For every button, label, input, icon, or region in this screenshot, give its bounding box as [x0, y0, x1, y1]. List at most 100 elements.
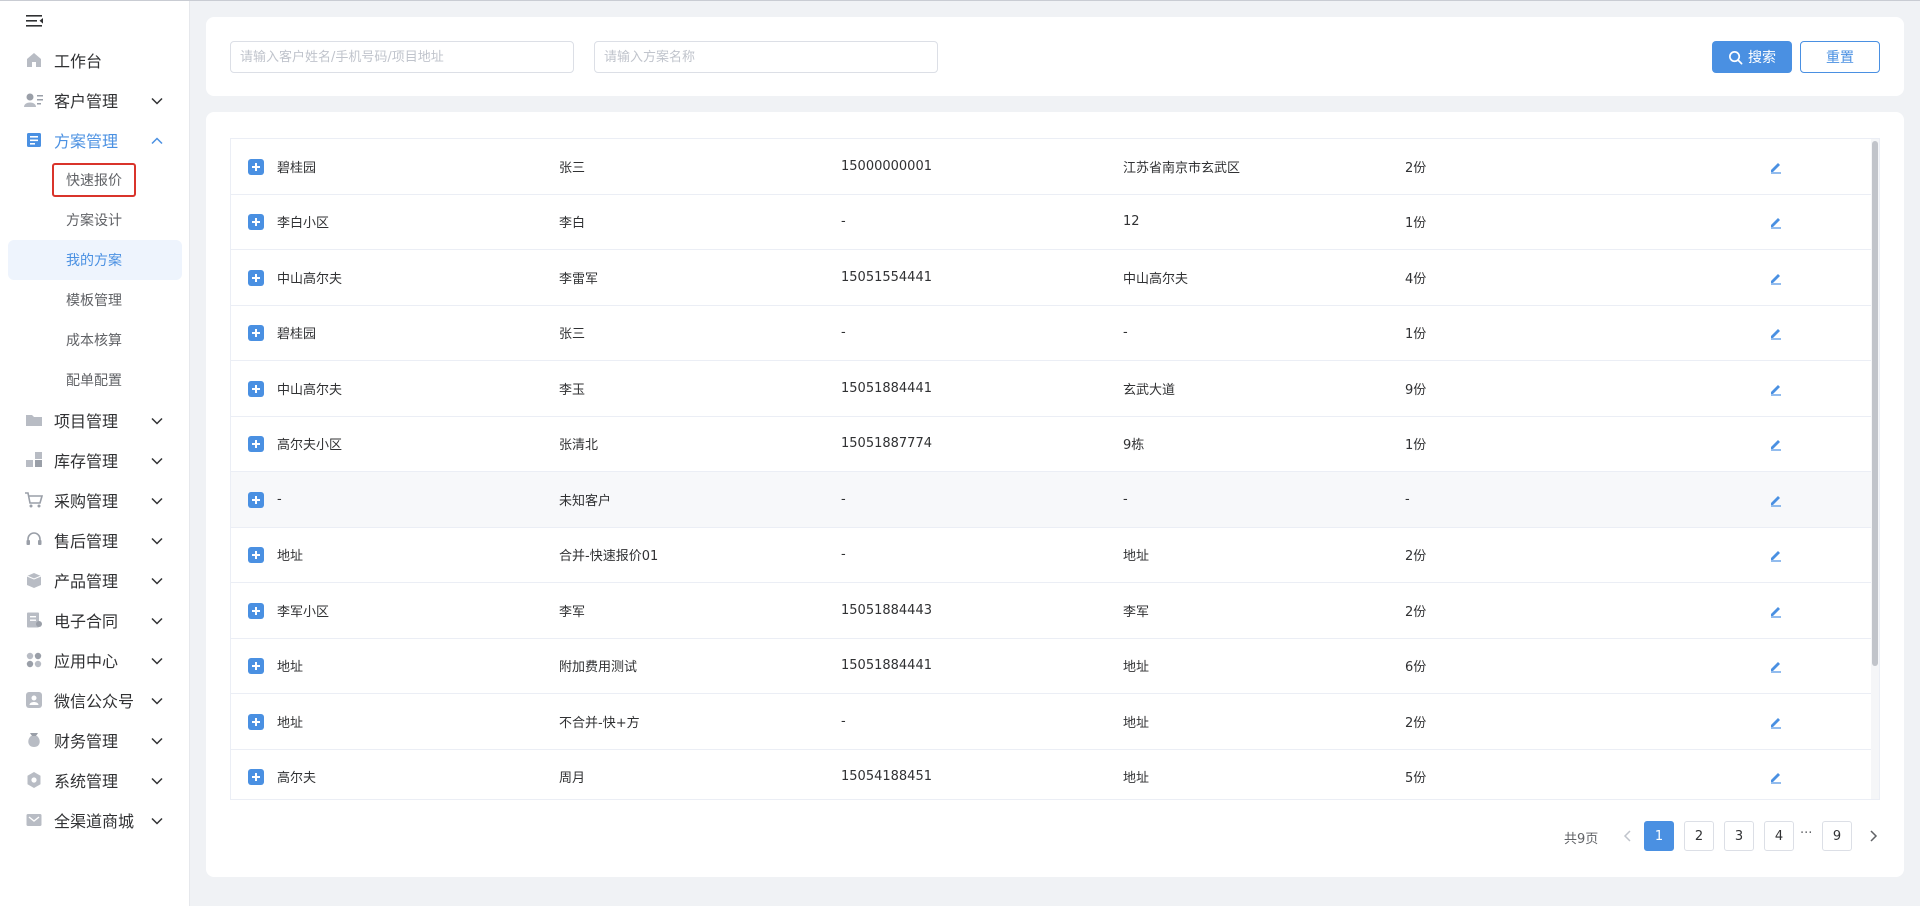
edit-icon[interactable]	[1769, 326, 1783, 340]
sidebar-subitem-3[interactable]: 模板管理	[0, 280, 190, 320]
edit-icon[interactable]	[1769, 715, 1783, 729]
chevron-down-icon	[150, 453, 164, 467]
headset-icon	[24, 530, 44, 550]
sidebar-subitem-2[interactable]: 我的方案	[8, 240, 182, 280]
sidebar-item-1[interactable]: 客户管理	[0, 80, 190, 120]
sidebar-item-5[interactable]: 采购管理	[0, 480, 190, 520]
pagination-ellipsis[interactable]: ···	[1800, 826, 1812, 841]
cell-project: 李军小区	[277, 604, 330, 620]
plan-name-input[interactable]	[594, 41, 938, 73]
expand-row-icon[interactable]	[248, 491, 264, 508]
expand-row-icon[interactable]	[248, 269, 264, 286]
cell-phone: 15000000001	[841, 158, 932, 174]
table-row[interactable]: 中山高尔夫 李玉 15051884441 玄武大道 9份	[231, 361, 1879, 417]
edit-icon[interactable]	[1769, 271, 1783, 285]
expand-row-icon[interactable]	[248, 547, 264, 564]
chevron-down-icon	[150, 533, 164, 547]
page-button-2[interactable]: 2	[1684, 821, 1714, 851]
table-scrollbar-thumb[interactable]	[1872, 141, 1878, 666]
page-number: 9	[1832, 828, 1842, 844]
prev-page-icon[interactable]	[1621, 829, 1635, 843]
sidebar-item-11[interactable]: 财务管理	[0, 720, 190, 760]
cell-project: 地址	[277, 549, 304, 565]
table-row[interactable]: 高尔夫 周月 15054188451 地址 5份	[231, 750, 1879, 800]
sidebar-subitem-0[interactable]: 快速报价	[0, 160, 190, 200]
table-row[interactable]: - 未知客户 - - -	[231, 472, 1879, 528]
edit-icon[interactable]	[1769, 770, 1783, 784]
expand-row-icon[interactable]	[248, 158, 264, 175]
table-row[interactable]: 地址 合并-快速报价01 - 地址 2份	[231, 528, 1879, 583]
next-page-icon[interactable]	[1866, 829, 1880, 843]
expand-row-icon[interactable]	[248, 769, 264, 786]
cell-count: 2份	[1405, 160, 1427, 176]
table-row[interactable]: 李军小区 李军 15051884443 李军 2份	[231, 583, 1879, 639]
table-row[interactable]: 高尔夫小区 张清北 15051887774 9栋 1份	[231, 417, 1879, 472]
table-row[interactable]: 李白小区 李白 - 12 1份	[231, 195, 1879, 250]
home-icon	[24, 50, 44, 70]
edit-icon[interactable]	[1769, 382, 1783, 396]
sidebar-item-label: 库存管理	[54, 452, 119, 471]
inventory-icon	[24, 450, 44, 470]
table-scrollbar[interactable]	[1871, 139, 1879, 799]
chevron-down-icon	[150, 493, 164, 507]
chevron-down-icon	[150, 733, 164, 747]
page-button-1[interactable]: 1	[1644, 821, 1674, 851]
page-button-last[interactable]: 9	[1822, 821, 1852, 851]
cell-project: -	[277, 491, 282, 507]
sidebar-item-6[interactable]: 售后管理	[0, 520, 190, 560]
sidebar-item-12[interactable]: 系统管理	[0, 760, 190, 800]
reset-button[interactable]: 重置	[1800, 41, 1880, 73]
sidebar-item-13[interactable]: 全渠道商城	[0, 800, 190, 840]
table-row[interactable]: 中山高尔夫 李雷军 15051554441 中山高尔夫 4份	[231, 250, 1879, 306]
edit-icon[interactable]	[1769, 437, 1783, 451]
expand-row-icon[interactable]	[248, 436, 264, 453]
expand-row-icon[interactable]	[248, 713, 264, 730]
cell-project: 地址	[277, 660, 304, 676]
menu-collapse-icon[interactable]	[24, 11, 46, 31]
sidebar-subitem-4[interactable]: 成本核算	[0, 320, 190, 360]
page-number: 3	[1734, 828, 1744, 844]
sidebar-item-9[interactable]: 应用中心	[0, 640, 190, 680]
table-row[interactable]: 碧桂园 张三 15000000001 江苏省南京市玄武区 2份	[231, 139, 1879, 195]
cell-phone: 15051884443	[841, 602, 932, 618]
edit-icon[interactable]	[1769, 548, 1783, 562]
cell-address: 9栋	[1123, 438, 1145, 454]
edit-icon[interactable]	[1769, 604, 1783, 618]
sidebar-item-4[interactable]: 库存管理	[0, 440, 190, 480]
page-button-4[interactable]: 4	[1764, 821, 1794, 851]
edit-icon[interactable]	[1769, 659, 1783, 673]
table-row[interactable]: 地址 不合并-快+方 - 地址 2份	[231, 694, 1879, 750]
plan-table: 碧桂园 张三 15000000001 江苏省南京市玄武区 2份 李白小区 李白 -12 1份 中山…	[230, 138, 1880, 800]
cell-count: 2份	[1405, 604, 1427, 620]
sidebar-item-3[interactable]: 项目管理	[0, 400, 190, 440]
sidebar-item-8[interactable]: 电子合同	[0, 600, 190, 640]
search-icon	[1729, 50, 1743, 64]
chevron-down-icon	[150, 93, 164, 107]
search-button[interactable]: 搜索	[1712, 41, 1792, 73]
cell-count: -	[1405, 491, 1410, 507]
edit-icon[interactable]	[1769, 160, 1783, 174]
expand-row-icon[interactable]	[248, 325, 264, 342]
sidebar-item-7[interactable]: 产品管理	[0, 560, 190, 600]
cell-phone: -	[841, 547, 846, 563]
chevron-down-icon	[150, 773, 164, 787]
edit-icon[interactable]	[1769, 215, 1783, 229]
sidebar-subitem-5[interactable]: 配单配置	[0, 360, 190, 400]
expand-row-icon[interactable]	[248, 602, 264, 619]
expand-row-icon[interactable]	[248, 380, 264, 397]
sidebar-item-label: 方案管理	[54, 132, 119, 151]
sidebar-subitem-label: 模板管理	[66, 293, 122, 309]
sidebar-item-10[interactable]: 微信公众号	[0, 680, 190, 720]
customer-search-input[interactable]	[230, 41, 574, 73]
page-button-3[interactable]: 3	[1724, 821, 1754, 851]
expand-row-icon[interactable]	[248, 658, 264, 675]
sidebar-item-2[interactable]: 方案管理	[0, 120, 190, 160]
sidebar-item-0[interactable]: 工作台	[0, 40, 190, 80]
edit-icon[interactable]	[1769, 493, 1783, 507]
customer-icon	[24, 90, 44, 110]
sidebar-item-label: 全渠道商城	[54, 812, 135, 831]
expand-row-icon[interactable]	[248, 214, 264, 231]
table-row[interactable]: 地址 附加费用测试 15051884441 地址 6份	[231, 639, 1879, 694]
sidebar-subitem-1[interactable]: 方案设计	[0, 200, 190, 240]
table-row[interactable]: 碧桂园 张三 - - 1份	[231, 306, 1879, 361]
